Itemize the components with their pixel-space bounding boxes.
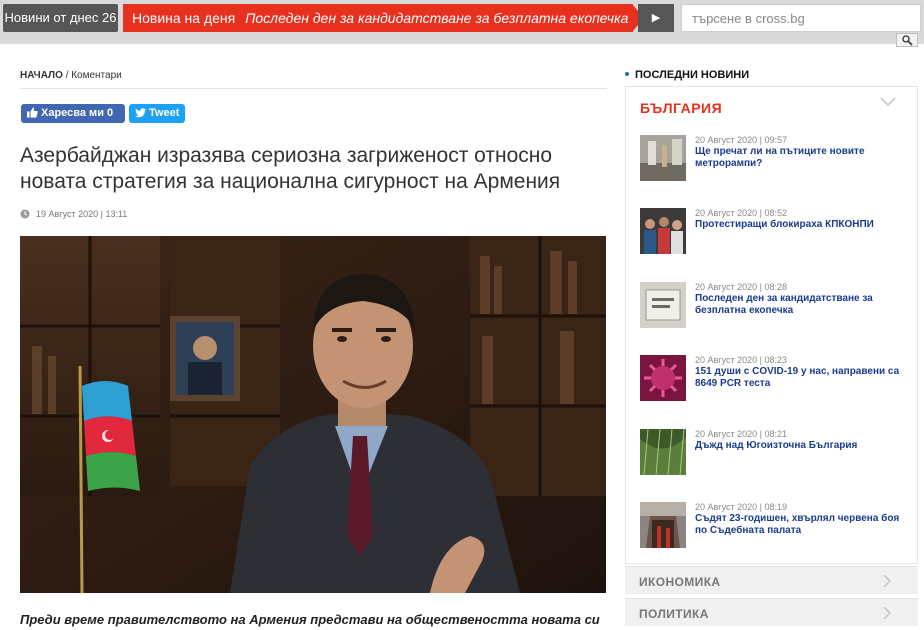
news-title-link[interactable]: Съдят 23-годишен, хвърлял червена боя по…	[695, 513, 905, 537]
bullet-icon	[625, 72, 629, 76]
news-list-item[interactable]: 20 Август 2020 | 08:23 151 души с COVID-…	[640, 355, 910, 405]
tweet-label: Tweet	[149, 107, 180, 119]
news-list-item[interactable]: 20 Август 2020 | 08:28 Последен ден за к…	[640, 282, 910, 332]
news-date: 20 Август 2020 | 08:28	[695, 282, 787, 292]
category-economy[interactable]: ИКОНОМИКА	[625, 566, 918, 594]
next-news-button[interactable]: ▶	[638, 4, 674, 32]
news-title-link[interactable]: 151 души с COVID-19 у нас, направени са …	[695, 366, 905, 390]
category-bulgaria[interactable]: БЪЛГАРИЯ	[640, 100, 722, 116]
breadcrumb-section[interactable]: Коментари	[71, 70, 122, 81]
news-thumbnail[interactable]	[640, 208, 686, 254]
latest-news-heading: ПОСЛЕДНИ НОВИНИ	[625, 69, 749, 81]
article-title: Азербайджан изразява сериозна загриженос…	[20, 144, 561, 193]
news-list-item[interactable]: 20 Август 2020 | 08:21 Дъжд над Югоизточ…	[640, 429, 910, 479]
tweet-button[interactable]: Tweet	[129, 104, 185, 123]
news-thumbnail[interactable]	[640, 135, 686, 181]
news-thumbnail[interactable]	[640, 355, 686, 401]
news-date: 20 Август 2020 | 08:52	[695, 208, 787, 218]
search-icon	[902, 35, 913, 46]
news-title-link[interactable]: Последен ден за кандидатстване за безпла…	[695, 293, 905, 317]
search-button[interactable]	[896, 33, 918, 47]
news-date: 20 Август 2020 | 08:21	[695, 429, 787, 439]
category-politics-label: ПОЛИТИКА	[639, 607, 709, 621]
category-politics[interactable]: ПОЛИТИКА	[625, 598, 918, 626]
news-thumbnail[interactable]	[640, 282, 686, 328]
thumbs-up-icon	[27, 107, 38, 118]
news-list-item[interactable]: 20 Август 2020 | 09:57 Ще пречат ли на п…	[640, 135, 910, 185]
news-date: 20 Август 2020 | 08:19	[695, 502, 787, 512]
news-day-label: Новина на деня	[132, 10, 236, 26]
news-date: 20 Август 2020 | 08:23	[695, 355, 787, 365]
latest-news-heading-label: ПОСЛЕДНИ НОВИНИ	[635, 69, 750, 81]
news-thumbnail[interactable]	[640, 429, 686, 475]
breadcrumb-separator: /	[62, 70, 72, 81]
news-title-link[interactable]: Ще пречат ли на пътиците новите метрорам…	[695, 146, 905, 170]
article-hero-image	[20, 236, 606, 593]
category-economy-label: ИКОНОМИКА	[639, 575, 721, 589]
article-date-text: 19 Август 2020 | 13:11	[36, 209, 128, 219]
chevron-down-icon[interactable]	[880, 97, 896, 107]
news-list-item[interactable]: 20 Август 2020 | 08:19 Съдят 23-годишен,…	[640, 502, 910, 552]
news-date: 20 Август 2020 | 09:57	[695, 135, 787, 145]
chevron-right-icon	[883, 574, 891, 588]
news-title-link[interactable]: Протестиращи блокираха КПКОНПИ	[695, 219, 905, 231]
news-day-headline[interactable]: Последен ден за кандидатстване за безпла…	[245, 10, 628, 26]
latest-news-panel: БЪЛГАРИЯ 20 Август 2020 | 09:57 Ще преча…	[625, 86, 918, 564]
article-date: 19 Август 2020 | 13:11	[20, 209, 127, 219]
article-lead: Преди време правителството на Армения пр…	[20, 612, 600, 627]
clock-icon	[20, 209, 30, 219]
twitter-bird-icon	[135, 108, 146, 118]
facebook-like-label: Харесва ми 0	[41, 107, 114, 119]
facebook-like-button[interactable]: Харесва ми 0	[21, 104, 125, 123]
news-list-item[interactable]: 20 Август 2020 | 08:52 Протестиращи блок…	[640, 208, 910, 258]
chevron-right-icon	[883, 606, 891, 620]
breadcrumb-divider	[20, 88, 607, 89]
news-thumbnail[interactable]	[640, 502, 686, 548]
news-title-link[interactable]: Дъжд над Югоизточна България	[695, 440, 905, 452]
top-bar: Новини от днес 26 Новина на деня Последен…	[0, 0, 924, 44]
today-news-button[interactable]: Новини от днес 26	[3, 4, 118, 32]
news-of-the-day[interactable]: Новина на деня Последен ден за кандидатст…	[123, 4, 633, 32]
search-input[interactable]	[681, 4, 921, 32]
breadcrumb: НАЧАЛО / Коментари	[20, 70, 122, 81]
breadcrumb-home[interactable]: НАЧАЛО	[20, 70, 63, 81]
